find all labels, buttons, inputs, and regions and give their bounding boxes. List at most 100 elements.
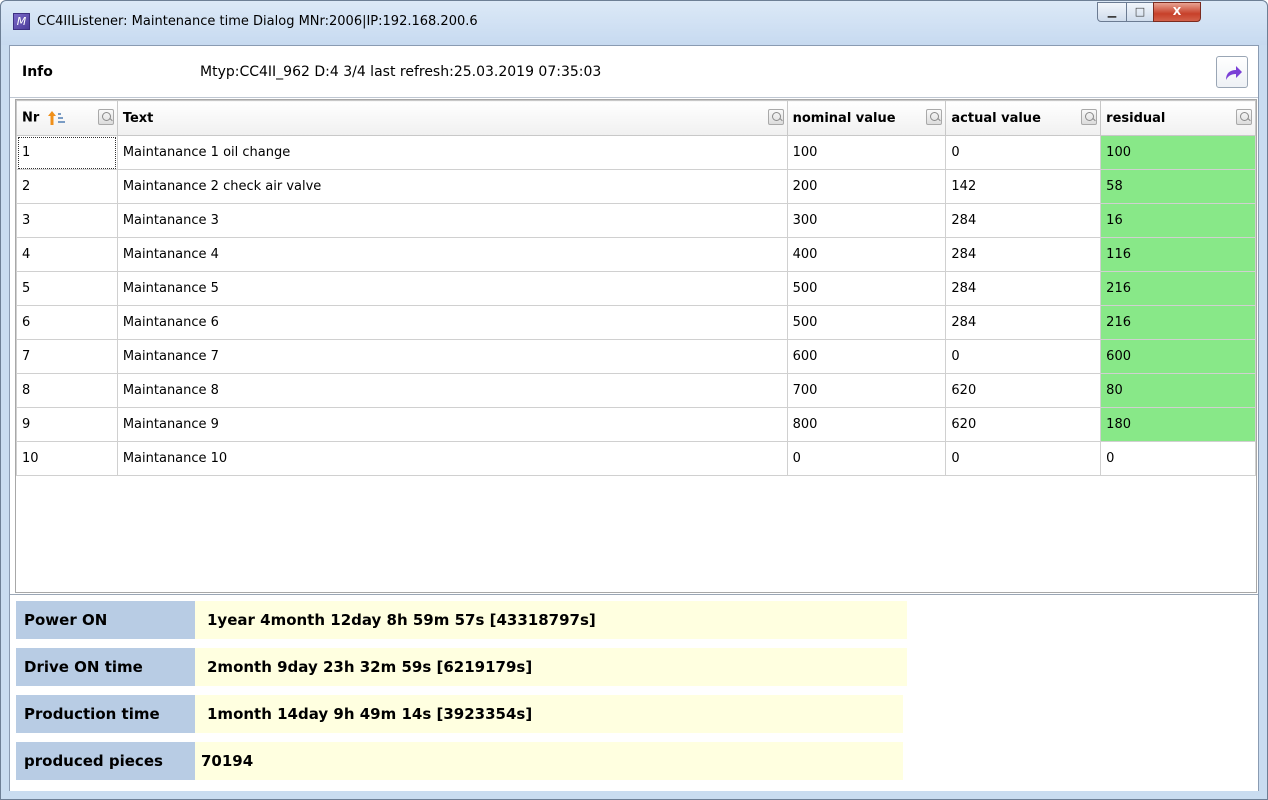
cell-residual[interactable]: 100 <box>1100 135 1256 170</box>
column-header-residual-label: residual <box>1106 110 1166 126</box>
cell-nr[interactable]: 1 <box>16 135 118 170</box>
cell-text[interactable]: Maintanance 2 check air valve <box>116 169 788 204</box>
column-header-residual[interactable]: residual <box>1100 100 1256 136</box>
cell-actual-value[interactable]: 284 <box>945 271 1102 306</box>
maintenance-table-area: Nr Text nominal value actual value resid… <box>15 99 1257 593</box>
column-header-nominal-label: nominal value <box>792 110 896 126</box>
cell-actual-value[interactable]: 284 <box>945 305 1102 340</box>
cell-nominal-value[interactable]: 300 <box>786 203 947 238</box>
table-row[interactable]: 3 Maintanance 3 300 284 16 <box>16 203 1256 238</box>
cell-nominal-value[interactable]: 400 <box>786 237 947 272</box>
cell-actual-value[interactable]: 0 <box>945 135 1102 170</box>
table-row[interactable]: 10 Maintanance 10 0 0 0 <box>16 441 1256 476</box>
table-row[interactable]: 1 Maintanance 1 oil change 100 0 100 <box>16 135 1256 170</box>
table-row[interactable]: 4 Maintanance 4 400 284 116 <box>16 237 1256 272</box>
cell-actual-value[interactable]: 620 <box>945 373 1102 408</box>
cell-residual[interactable]: 216 <box>1100 271 1256 306</box>
stat-drive-on-value: 2month 9day 23h 32m 59s [6219179s] <box>195 648 907 686</box>
cell-nominal-value[interactable]: 200 <box>786 169 947 204</box>
table-row[interactable]: 9 Maintanance 9 800 620 180 <box>16 407 1256 442</box>
app-icon: M <box>13 13 30 30</box>
cell-residual[interactable]: 16 <box>1100 203 1256 238</box>
column-header-text-label: Text <box>122 110 154 126</box>
column-header-actual-label: actual value <box>951 110 1041 126</box>
cell-nr[interactable]: 4 <box>16 237 118 272</box>
column-header-nr[interactable]: Nr <box>16 100 118 136</box>
dialog-client-area: Info Mtyp:CC4II_962 D:4 3/4 last refresh… <box>9 45 1259 791</box>
stat-pieces-value: 70194 <box>195 742 903 780</box>
cell-nominal-value[interactable]: 700 <box>786 373 947 408</box>
cell-nr[interactable]: 10 <box>16 441 118 476</box>
title-bar[interactable]: M CC4IIListener: Maintenance time Dialog… <box>1 1 1267 45</box>
cell-text[interactable]: Maintanance 8 <box>116 373 788 408</box>
cell-nr[interactable]: 6 <box>16 305 118 340</box>
stat-pieces-label: produced pieces <box>16 742 195 780</box>
cell-nr[interactable]: 5 <box>16 271 118 306</box>
info-status-text: Mtyp:CC4II_962 D:4 3/4 last refresh:25.0… <box>200 64 602 80</box>
filter-search-icon[interactable] <box>1236 109 1252 125</box>
cell-text[interactable]: Maintanance 3 <box>116 203 788 238</box>
stat-power-on-value: 1year 4month 12day 8h 59m 57s [43318797s… <box>195 601 907 639</box>
filter-search-icon[interactable] <box>926 109 943 125</box>
cell-nominal-value[interactable]: 600 <box>786 339 947 374</box>
close-button[interactable]: X <box>1153 2 1201 22</box>
cell-nr[interactable]: 9 <box>16 407 118 442</box>
cell-text[interactable]: Maintanance 5 <box>116 271 788 306</box>
column-header-text[interactable]: Text <box>116 100 788 136</box>
cell-residual[interactable]: 80 <box>1100 373 1256 408</box>
cell-nominal-value[interactable]: 100 <box>786 135 947 170</box>
cell-residual[interactable]: 116 <box>1100 237 1256 272</box>
cell-text[interactable]: Maintanance 6 <box>116 305 788 340</box>
filter-search-icon[interactable] <box>767 109 784 125</box>
cell-nr[interactable]: 8 <box>16 373 118 408</box>
stat-power-on-label: Power ON <box>16 601 195 639</box>
filter-search-icon[interactable] <box>97 109 114 125</box>
cell-text[interactable]: Maintanance 1 oil change <box>116 135 788 170</box>
cell-actual-value[interactable]: 0 <box>945 441 1102 476</box>
table-row[interactable]: 5 Maintanance 5 500 284 216 <box>16 271 1256 306</box>
cell-actual-value[interactable]: 0 <box>945 339 1102 374</box>
cell-actual-value[interactable]: 620 <box>945 407 1102 442</box>
cell-actual-value[interactable]: 142 <box>945 169 1102 204</box>
cell-nominal-value[interactable]: 500 <box>786 271 947 306</box>
column-header-nominal-value[interactable]: nominal value <box>786 100 947 136</box>
cell-residual[interactable]: 216 <box>1100 305 1256 340</box>
cell-residual[interactable]: 600 <box>1100 339 1256 374</box>
filter-search-icon[interactable] <box>1081 109 1098 125</box>
maximize-button[interactable]: □ <box>1126 2 1154 22</box>
share-arrow-icon <box>1226 66 1242 80</box>
table-row[interactable]: 2 Maintanance 2 check air valve 200 142 … <box>16 169 1256 204</box>
cell-nominal-value[interactable]: 800 <box>786 407 947 442</box>
cell-text[interactable]: Maintanance 10 <box>116 441 788 476</box>
cell-actual-value[interactable]: 284 <box>945 203 1102 238</box>
cell-residual[interactable]: 58 <box>1100 169 1256 204</box>
cell-residual[interactable]: 180 <box>1100 407 1256 442</box>
machine-stats-panel: Power ON 1year 4month 12day 8h 59m 57s [… <box>10 594 1258 791</box>
info-bar: Info Mtyp:CC4II_962 D:4 3/4 last refresh… <box>10 46 1258 98</box>
table-header-row: Nr Text nominal value actual value resid… <box>16 100 1256 136</box>
stat-drive-on-label: Drive ON time <box>16 648 195 686</box>
cell-text[interactable]: Maintanance 4 <box>116 237 788 272</box>
window-title: CC4IIListener: Maintenance time Dialog M… <box>37 14 478 29</box>
cell-nominal-value[interactable]: 500 <box>786 305 947 340</box>
maintenance-dialog-window: M CC4IIListener: Maintenance time Dialog… <box>0 0 1268 800</box>
export-button[interactable] <box>1216 56 1248 88</box>
column-header-nr-label: Nr <box>22 110 40 126</box>
cell-text[interactable]: Maintanance 7 <box>116 339 788 374</box>
cell-nominal-value[interactable]: 0 <box>786 441 947 476</box>
sort-ascending-icon <box>47 111 65 125</box>
table-row[interactable]: 8 Maintanance 8 700 620 80 <box>16 373 1256 408</box>
minimize-button[interactable]: ▁ <box>1097 2 1127 22</box>
table-row[interactable]: 6 Maintanance 6 500 284 216 <box>16 305 1256 340</box>
stat-production-value: 1month 14day 9h 49m 14s [3923354s] <box>195 695 903 733</box>
stat-production-label: Production time <box>16 695 195 733</box>
cell-text[interactable]: Maintanance 9 <box>116 407 788 442</box>
table-row[interactable]: 7 Maintanance 7 600 0 600 <box>16 339 1256 374</box>
cell-nr[interactable]: 7 <box>16 339 118 374</box>
maintenance-table: Nr Text nominal value actual value resid… <box>16 100 1256 476</box>
cell-nr[interactable]: 2 <box>16 169 118 204</box>
cell-nr[interactable]: 3 <box>16 203 118 238</box>
column-header-actual-value[interactable]: actual value <box>945 100 1102 136</box>
cell-residual[interactable]: 0 <box>1100 441 1256 476</box>
cell-actual-value[interactable]: 284 <box>945 237 1102 272</box>
